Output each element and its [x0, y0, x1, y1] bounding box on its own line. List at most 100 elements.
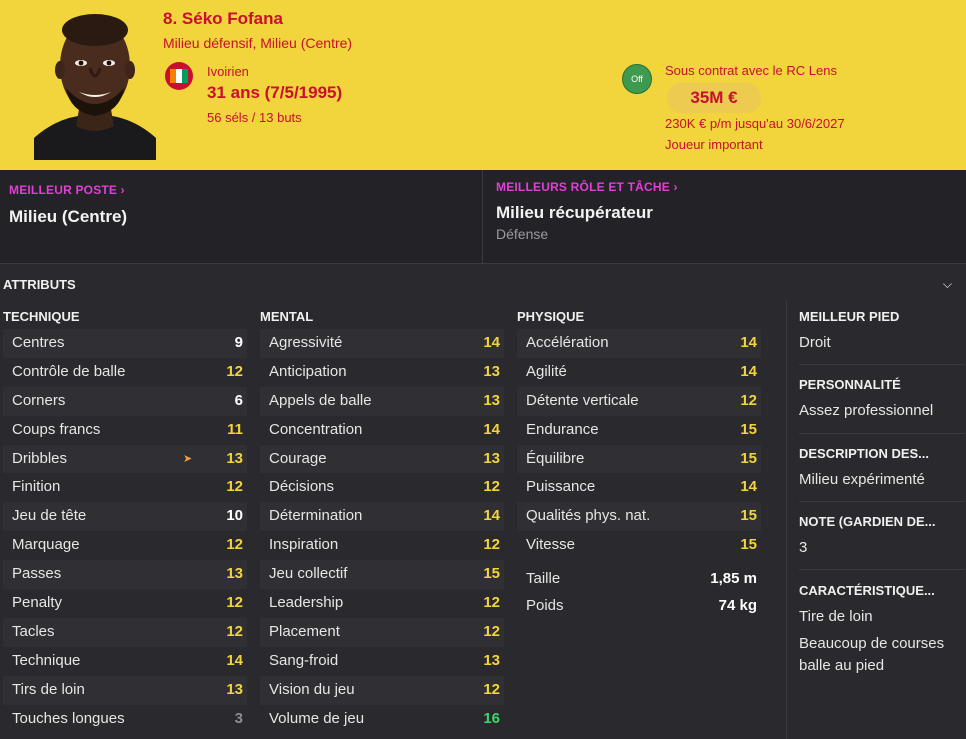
attribute-row[interactable]: Qualités phys. nat. 15: [517, 502, 761, 532]
squad-status: Joueur important: [665, 137, 763, 152]
weight-row: Poids 74 kg: [517, 590, 761, 618]
contract-club[interactable]: Sous contrat avec le RC Lens: [665, 63, 837, 78]
height-value: 1,85 m: [710, 570, 757, 588]
attribute-row[interactable]: Passes 13: [3, 560, 247, 590]
attribute-label: Endurance: [526, 420, 599, 438]
attribute-value: 12: [483, 680, 500, 698]
attribute-row[interactable]: Jeu collectif 15: [260, 560, 504, 590]
best-position-section: MEILLEUR POSTE › Milieu (Centre) MEILLEU…: [0, 170, 966, 264]
off-status-badge[interactable]: Off: [622, 64, 652, 94]
attribute-row[interactable]: Penalty 12: [3, 589, 247, 618]
height-row: Taille 1,85 m: [517, 560, 761, 590]
attribute-row[interactable]: Anticipation 13: [260, 358, 504, 387]
attribute-label: Marquage: [12, 536, 80, 554]
attribute-value: 10: [226, 507, 243, 525]
attribute-label: Tirs de loin: [12, 680, 85, 698]
attribute-row[interactable]: Volume de jeu 16: [260, 705, 504, 734]
attribute-value: 9: [234, 334, 243, 351]
attribute-label: Appels de balle: [269, 391, 372, 409]
attribute-row[interactable]: Coups francs 11: [3, 416, 247, 445]
divider: [482, 170, 483, 264]
technical-list: Centres 9 Contrôle de balle 12 Corners 6 Co…: [3, 329, 247, 733]
attribute-row[interactable]: Contrôle de balle 12: [3, 358, 247, 387]
best-position-title: MEILLEUR POSTE: [9, 183, 118, 197]
chevron-right-icon: ›: [669, 180, 678, 194]
attribute-row[interactable]: Tacles 12: [3, 617, 247, 647]
attribute-label: Leadership: [269, 594, 344, 612]
attribute-row[interactable]: Jeu de tête 10: [3, 502, 247, 532]
attribute-row[interactable]: Agressivité 14: [260, 329, 504, 358]
attribute-row[interactable]: Tirs de loin 13: [3, 675, 247, 705]
attribute-row[interactable]: Décisions 12: [260, 473, 504, 502]
attribute-row[interactable]: Appels de balle 13: [260, 386, 504, 416]
attribute-row[interactable]: Agilité 14: [517, 358, 761, 387]
attribute-row[interactable]: Corners 6: [3, 386, 247, 416]
trait-item: Tire de loin: [799, 608, 873, 625]
attribute-row[interactable]: Courage 13: [260, 444, 504, 474]
attribute-label: Équilibre: [526, 449, 585, 467]
attribute-label: Volume de jeu: [269, 709, 365, 727]
attribute-row[interactable]: Touches longues 3: [3, 705, 247, 734]
attribute-row[interactable]: Puissance 14: [517, 473, 761, 502]
attribute-label: Corners: [12, 391, 66, 409]
attribute-value: 14: [483, 507, 500, 525]
technical-title: TECHNIQUE: [3, 309, 80, 324]
attributes-header[interactable]: ATTRIBUTS ⌵: [0, 264, 966, 300]
best-role-link[interactable]: MEILLEURS RÔLE ET TÂCHE ›: [496, 180, 678, 194]
attribute-value: 11: [227, 420, 243, 438]
attribute-value: 12: [483, 536, 500, 554]
contract-salary: 230K € p/m jusqu'au 30/6/2027: [665, 116, 845, 131]
mental-title: MENTAL: [260, 309, 314, 324]
attribute-label: Anticipation: [269, 362, 347, 380]
attribute-label: Détente verticale: [526, 391, 639, 409]
attribute-row[interactable]: Dribbles ➤ 13: [3, 444, 247, 474]
attribute-row[interactable]: Vision du jeu 12: [260, 675, 504, 705]
attribute-row[interactable]: Équilibre 15: [517, 444, 761, 474]
description-block[interactable]: DESCRIPTION DES... Milieu expérimenté: [799, 446, 959, 491]
attribute-value: 13: [483, 449, 500, 467]
attribute-value: 14: [483, 420, 500, 438]
attribute-label: Penalty: [12, 594, 63, 612]
attribute-value: 15: [740, 507, 757, 525]
attribute-row[interactable]: Finition 12: [3, 473, 247, 502]
attribute-row[interactable]: Inspiration 12: [260, 531, 504, 560]
best-position-link[interactable]: MEILLEUR POSTE ›: [9, 183, 125, 197]
nationality-flag-icon: [165, 62, 193, 90]
attribute-row[interactable]: Concentration 14: [260, 416, 504, 445]
attribute-label: Contrôle de balle: [12, 362, 126, 380]
goalkeeper-rating-block[interactable]: NOTE (GARDIEN DE... 3: [799, 514, 959, 559]
attribute-value: 15: [740, 420, 757, 438]
attribute-row[interactable]: Technique 14: [3, 647, 247, 676]
attribute-row[interactable]: Sang-froid 13: [260, 647, 504, 676]
attribute-value: 12: [226, 594, 243, 612]
attribute-label: Coups francs: [12, 420, 101, 438]
traits-block[interactable]: CARACTÉRISTIQUE... Tire de loin Beaucoup…: [799, 583, 959, 677]
attribute-label: Vision du jeu: [269, 680, 355, 698]
attribute-label: Puissance: [526, 478, 596, 496]
attribute-label: Concentration: [269, 420, 363, 438]
attribute-row[interactable]: Marquage 12: [3, 531, 247, 560]
attribute-value: 16: [483, 709, 500, 727]
attribute-row[interactable]: Accélération 14: [517, 329, 761, 358]
attribute-value: 13: [483, 362, 500, 380]
attribute-row[interactable]: Centres 9: [3, 329, 247, 358]
attribute-value: 6: [234, 391, 243, 409]
attribute-row[interactable]: Vitesse 15: [517, 531, 761, 560]
attribute-label: Inspiration: [269, 536, 339, 554]
nationality-label[interactable]: Ivoirien: [207, 64, 249, 79]
divider: [799, 569, 965, 570]
player-info-sidebar: MEILLEUR PIED Droit PERSONNALITÉ Assez p…: [786, 300, 966, 739]
attribute-row[interactable]: Détente verticale 12: [517, 386, 761, 416]
attribute-value: 13: [483, 391, 500, 409]
player-age: 31 ans (7/5/1995): [207, 83, 343, 102]
attribute-value: 12: [226, 362, 243, 380]
attribute-row[interactable]: Détermination 14: [260, 502, 504, 532]
attribute-value: 13: [483, 651, 500, 669]
attribute-row[interactable]: Endurance 15: [517, 416, 761, 445]
attribute-label: Dribbles: [12, 449, 68, 467]
mental-list: Agressivité 14 Anticipation 13 Appels de b…: [260, 329, 504, 733]
attribute-row[interactable]: Placement 12: [260, 617, 504, 647]
chevron-down-icon[interactable]: ⌵: [943, 277, 952, 292]
divider: [799, 433, 965, 434]
attribute-row[interactable]: Leadership 12: [260, 589, 504, 618]
